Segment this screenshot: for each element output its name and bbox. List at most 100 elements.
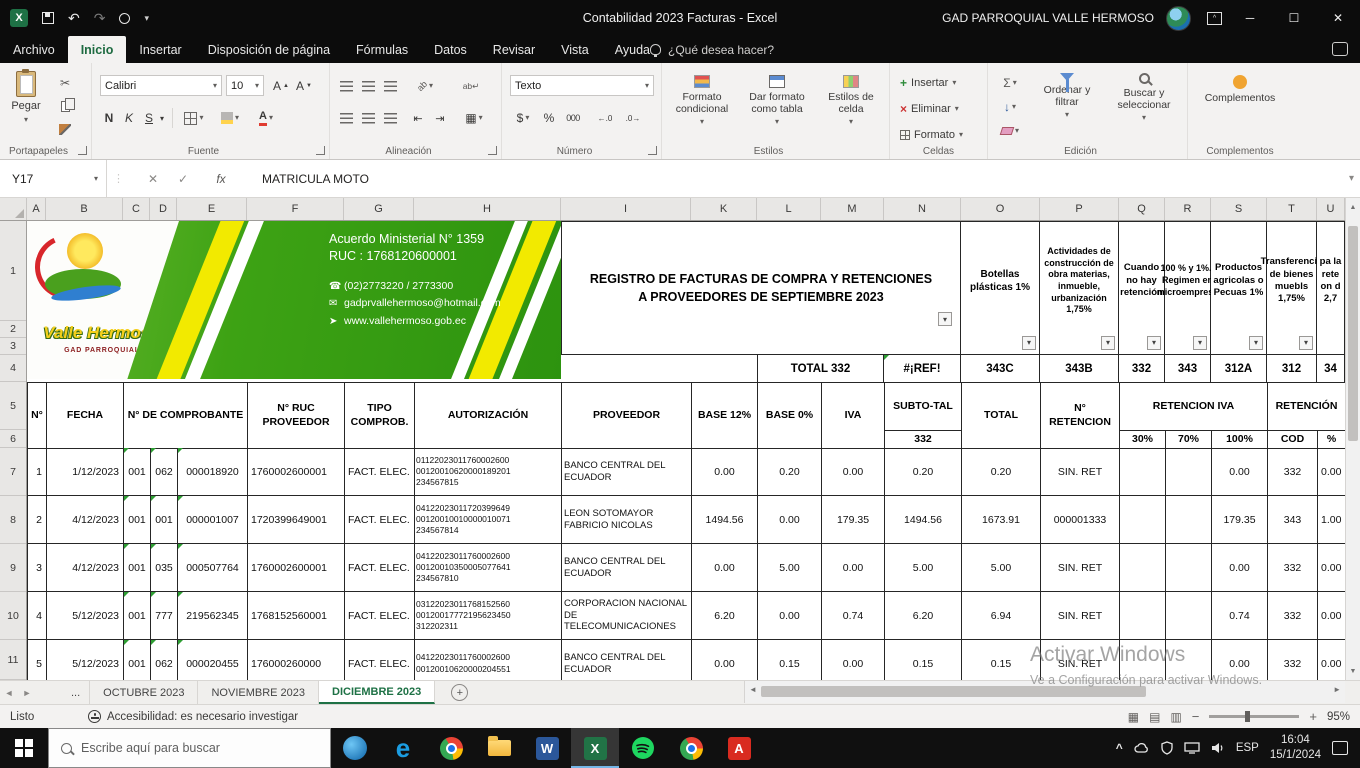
undo-button[interactable]: ↶ [68, 10, 80, 27]
cell-312[interactable]: 312 [1267, 355, 1317, 382]
row-header-9[interactable]: 9 [0, 544, 26, 592]
sheet-tab-overflow[interactable]: ... [62, 681, 90, 704]
row-header-4[interactable]: 4 [0, 355, 26, 382]
column-header-t[interactable]: T [1267, 198, 1317, 220]
orientation-button[interactable]: ab▾ [410, 75, 440, 97]
align-left-button[interactable] [336, 107, 356, 129]
cell-cod[interactable]: 332 [1268, 592, 1318, 640]
vertical-scrollbar[interactable]: ▲ ▼ [1345, 198, 1360, 680]
cell-ret30[interactable] [1120, 448, 1166, 496]
cell-pct[interactable]: 0.00 [1318, 544, 1345, 592]
taskbar-clock[interactable]: 16:04 15/1/2024 [1270, 733, 1321, 763]
format-as-table-button[interactable]: Dar formato como tabla ▾ [740, 71, 814, 143]
align-right-button[interactable] [380, 107, 400, 129]
comma-style-button[interactable]: 000 [560, 107, 586, 129]
copy-button[interactable] [52, 96, 78, 116]
cell-total[interactable]: 5.00 [962, 544, 1041, 592]
taskbar-word[interactable]: W [523, 728, 571, 768]
cell-ret100[interactable]: 0.74 [1212, 592, 1268, 640]
sheet-nav-next-icon[interactable]: ► [18, 681, 36, 704]
header-tipo[interactable]: TIPO COMPROB. [345, 383, 415, 449]
cell-subtotal[interactable]: 0.15 [885, 640, 962, 680]
conditional-formatting-button[interactable]: Formato condicional ▾ [666, 71, 738, 143]
font-color-button[interactable]: A▾ [250, 107, 282, 129]
cell-proveedor[interactable]: LEON SOTOMAYOR FABRICIO NICOLAS [562, 496, 692, 544]
sheet-title-cell[interactable]: REGISTRO DE FACTURAS DE COMPRA Y RETENCI… [561, 221, 961, 355]
sheet-nav-prev-icon[interactable]: ◄ [0, 681, 18, 704]
column-header-r[interactable]: R [1165, 198, 1211, 220]
row-header-7[interactable]: 7 [0, 448, 26, 496]
zoom-slider[interactable] [1209, 715, 1299, 718]
cell-comprobante-serie[interactable]: 001 [124, 544, 151, 592]
header-subtotal[interactable]: SUBTO-TAL [885, 383, 962, 431]
cell-34[interactable]: 34 [1317, 355, 1345, 382]
column-header-f[interactable]: F [247, 198, 344, 220]
onedrive-icon[interactable] [1134, 742, 1150, 754]
tab-disposicion[interactable]: Disposición de página [195, 36, 343, 63]
taskbar-acrobat[interactable]: A [715, 728, 763, 768]
cell-num-retencion[interactable]: 000001333 [1041, 496, 1120, 544]
filter-dropdown-icon[interactable]: ▾ [1249, 336, 1263, 350]
cell-comprobante-numero[interactable]: 219562345 [178, 592, 248, 640]
cell-tipo[interactable]: FACT. ELEC. [345, 592, 415, 640]
dialog-launcher-icon[interactable] [316, 146, 325, 155]
cell-312a[interactable]: 312A [1211, 355, 1267, 382]
cell-ret70[interactable] [1166, 496, 1212, 544]
header-70[interactable]: 70% [1166, 431, 1212, 449]
cell-pct[interactable]: 0.00 [1318, 592, 1345, 640]
insert-function-icon[interactable]: fx [206, 160, 236, 197]
zoom-out-button[interactable]: − [1192, 709, 1200, 724]
cell-343[interactable]: 343 [1165, 355, 1211, 382]
cell-332[interactable]: 332 [1119, 355, 1165, 382]
find-select-button[interactable]: Buscar y seleccionar ▾ [1106, 69, 1182, 141]
scroll-right-icon[interactable]: ► [1333, 685, 1341, 694]
header-agricolas[interactable]: Productos agricolas o Pecuas 1%▾ [1211, 221, 1267, 355]
zoom-in-button[interactable]: + [1309, 709, 1317, 724]
cell-proveedor[interactable]: BANCO CENTRAL DEL ECUADOR [562, 448, 692, 496]
cell-comprobante-numero[interactable]: 000001007 [178, 496, 248, 544]
formula-bar-expand-icon[interactable]: ▾ [1349, 160, 1354, 197]
sheet-tab-noviembre[interactable]: NOVIEMBRE 2023 [198, 681, 319, 704]
cell-total[interactable]: 6.94 [962, 592, 1041, 640]
cell-comprobante-punto[interactable]: 777 [151, 592, 178, 640]
merge-center-button[interactable]: ▦▾ [454, 107, 494, 129]
tab-formulas[interactable]: Fórmulas [343, 36, 421, 63]
cell-iva[interactable]: 0.74 [822, 592, 885, 640]
tab-vista[interactable]: Vista [548, 36, 602, 63]
number-format-select[interactable]: Texto▾ [510, 75, 654, 96]
cell-n[interactable]: 5 [28, 640, 47, 680]
column-header-d[interactable]: D [150, 198, 177, 220]
header-n[interactable]: N° [28, 383, 47, 449]
cancel-icon[interactable]: ✕ [140, 160, 166, 197]
column-header-p[interactable]: P [1040, 198, 1119, 220]
select-all-button[interactable] [0, 198, 27, 220]
tell-me-search[interactable]: ¿Qué desea hacer? [650, 36, 774, 63]
cell-proveedor[interactable]: BANCO CENTRAL DEL ECUADOR [562, 544, 692, 592]
header-proveedor[interactable]: PROVEEDOR [562, 383, 692, 449]
cell-ref-error[interactable]: #¡REF! [884, 355, 961, 382]
cell-fecha[interactable]: 4/12/2023 [47, 496, 124, 544]
filter-dropdown-icon[interactable]: ▾ [1101, 336, 1115, 350]
cell-fecha[interactable]: 1/12/2023 [47, 448, 124, 496]
cell-cod[interactable]: 332 [1268, 448, 1318, 496]
cell-ret70[interactable] [1166, 448, 1212, 496]
row-header-11[interactable]: 11 [0, 640, 26, 680]
cell-base0[interactable]: 0.20 [758, 448, 822, 496]
tab-inicio[interactable]: Inicio [68, 36, 127, 63]
cell-comprobante-punto[interactable]: 062 [151, 640, 178, 680]
column-header-q[interactable]: Q [1119, 198, 1165, 220]
cell-n[interactable]: 2 [28, 496, 47, 544]
cell-num-retencion[interactable]: SIN. RET [1041, 448, 1120, 496]
paste-button[interactable]: Pegar ▾ [4, 67, 48, 143]
name-box[interactable]: Y17 ▾ [0, 160, 107, 197]
header-total[interactable]: TOTAL [962, 383, 1041, 449]
taskbar-chrome[interactable] [427, 728, 475, 768]
header-retencion-iva[interactable]: RETENCION IVA [1120, 383, 1268, 431]
format-cells-button[interactable]: Formato▾ [900, 125, 963, 145]
align-top-button[interactable] [336, 75, 356, 97]
header-microempresa[interactable]: 100 % y 1%.- Regimen en microempresa▾ [1165, 221, 1211, 355]
redo-button[interactable]: ↷ [94, 10, 106, 27]
fill-button[interactable]: ↓▾ [994, 97, 1026, 117]
header-fecha[interactable]: FECHA [47, 383, 124, 449]
cell-ret100[interactable]: 0.00 [1212, 448, 1268, 496]
